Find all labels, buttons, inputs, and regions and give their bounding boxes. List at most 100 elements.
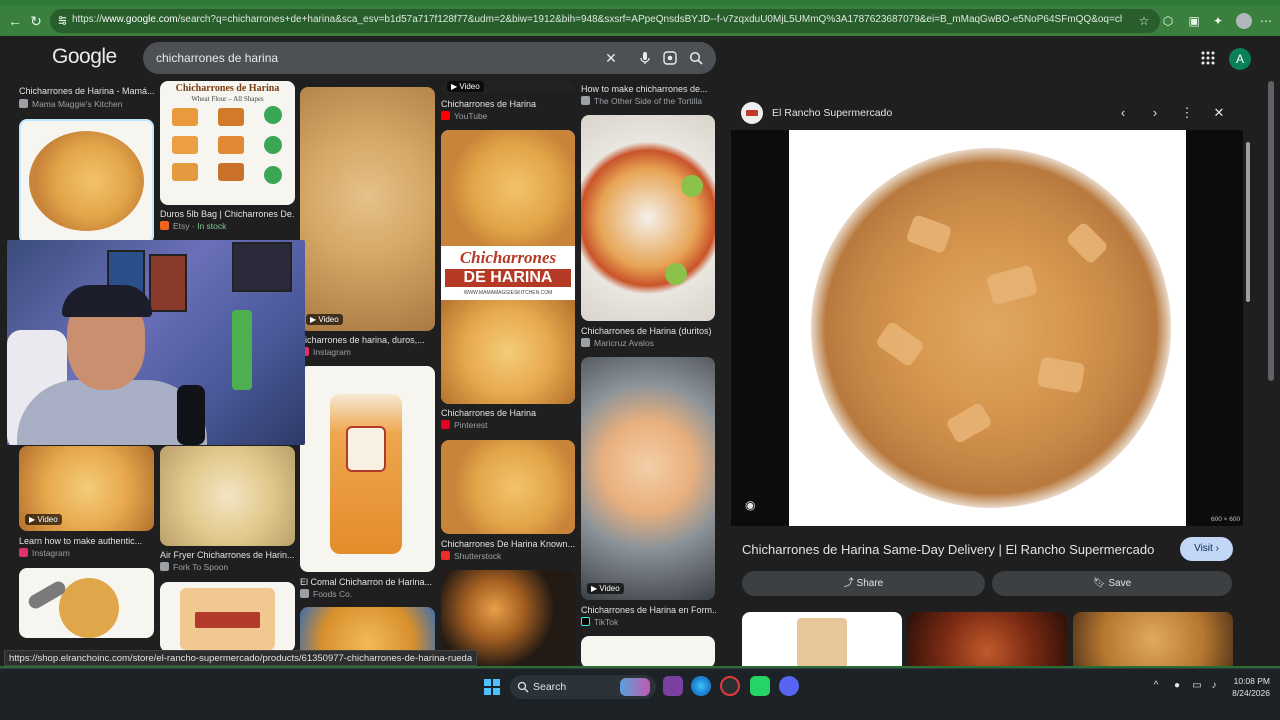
google-apps-icon[interactable]: [1200, 50, 1216, 66]
voice-search-icon[interactable]: [637, 50, 653, 66]
page-scrollbar[interactable]: [1268, 81, 1274, 381]
next-icon[interactable]: ›: [1147, 105, 1163, 121]
back-icon[interactable]: ←: [6, 12, 24, 30]
result-source[interactable]: Instagram: [19, 548, 154, 558]
close-icon[interactable]: ✕: [1211, 105, 1227, 121]
preview-source[interactable]: El Rancho Supermercado: [772, 107, 892, 119]
result-source[interactable]: Etsy · In stock: [160, 221, 295, 231]
time: 10:08 PM: [1233, 676, 1270, 686]
result-source[interactable]: Instagram: [300, 347, 435, 357]
video-badge: ▶ Video: [306, 314, 343, 325]
volume-icon[interactable]: ♪: [1207, 679, 1221, 693]
bookmark-icon: 🔖︎: [1092, 578, 1109, 589]
share-icon: ⤴: [843, 578, 857, 589]
favicon-icon: [19, 99, 28, 108]
lens-icon[interactable]: ◉: [745, 498, 761, 514]
google-logo[interactable]: Google: [52, 45, 117, 69]
search-query[interactable]: chicharrones de harina: [156, 51, 278, 65]
result-caption[interactable]: Air Fryer Chicharrones de Harin...: [160, 550, 295, 560]
result-image-selected[interactable]: [19, 119, 154, 244]
youtube-icon: [441, 111, 450, 120]
previous-icon[interactable]: ‹: [1115, 105, 1131, 121]
network-icon[interactable]: ▭: [1190, 679, 1204, 693]
windows-start-icon[interactable]: [484, 679, 500, 695]
result-caption[interactable]: Chicharrones de Harina en Form...: [581, 605, 716, 615]
more-menu-icon[interactable]: ⋯: [1258, 13, 1274, 29]
result-source[interactable]: Shutterstock: [441, 551, 576, 561]
related-image[interactable]: [742, 612, 902, 668]
preview-image[interactable]: [789, 130, 1186, 526]
related-image[interactable]: [1073, 612, 1233, 668]
wall-poster: [149, 254, 187, 312]
microphone-icon[interactable]: ●: [1170, 679, 1184, 693]
result-source[interactable]: The Other Side of the Tortilla: [581, 96, 716, 106]
visit-button[interactable]: Visit ›: [1180, 537, 1233, 561]
more-options-icon[interactable]: ⋮: [1179, 105, 1195, 121]
tiktok-icon: [581, 617, 590, 626]
result-image[interactable]: ▶ Video: [19, 446, 154, 531]
result-source[interactable]: Mama Maggie's Kitchen: [19, 99, 154, 109]
shutterstock-icon: [441, 551, 450, 560]
result-source[interactable]: Pinterest: [441, 420, 576, 430]
result-image[interactable]: [160, 582, 295, 652]
search-input[interactable]: chicharrones de harina ✕: [143, 42, 716, 74]
result-source[interactable]: Fork To Spoon: [160, 562, 295, 572]
result-image[interactable]: Chicharrones DE HARINA WWW.MAMAMAGGIESKI…: [441, 130, 575, 404]
clear-icon[interactable]: ✕: [603, 50, 619, 66]
result-image[interactable]: Chicharrones de Harina Wheat Flour – All…: [160, 81, 295, 205]
url-text: https://www.google.com/search?q=chicharr…: [72, 14, 1122, 25]
result-caption[interactable]: Chicharrones de Harina: [441, 99, 576, 109]
collections-icon[interactable]: ▣: [1186, 13, 1202, 29]
result-image[interactable]: ▶ Video: [441, 81, 575, 93]
result-source[interactable]: TikTok: [581, 617, 716, 627]
figure: [232, 310, 252, 390]
image-preview-panel: El Rancho Supermercado ‹ › ⋮ ✕ ◉ 600 × 6…: [731, 94, 1253, 668]
discord-icon[interactable]: [779, 676, 799, 696]
site-info-icon[interactable]: [57, 15, 68, 26]
result-caption[interactable]: How to make chicharrones de...: [581, 84, 716, 94]
instagram-icon: [19, 548, 28, 557]
clock[interactable]: 10:08 PM 8/24/2026: [1226, 675, 1270, 699]
result-image[interactable]: [19, 568, 154, 638]
reload-icon[interactable]: ↻: [27, 12, 45, 30]
address-bar[interactable]: https://www.google.com/search?q=chicharr…: [50, 9, 1160, 33]
result-source[interactable]: Foods Co.: [300, 589, 435, 599]
result-image[interactable]: [581, 636, 715, 668]
result-image[interactable]: [581, 115, 715, 321]
result-source[interactable]: YouTube: [441, 111, 576, 121]
lens-search-icon[interactable]: [662, 50, 678, 66]
panel-scrollbar[interactable]: [1246, 142, 1250, 302]
result-caption[interactable]: hicharrones de harina, duros,...: [300, 335, 435, 345]
taskview-app-icon[interactable]: [663, 676, 683, 696]
extension-icon[interactable]: ⬡: [1160, 13, 1176, 29]
result-source[interactable]: Maricruz Avalos: [581, 338, 716, 348]
result-caption[interactable]: Duros 5lb Bag | Chicharrones De...: [160, 209, 295, 219]
preview-title[interactable]: Chicharrones de Harina Same-Day Delivery…: [742, 542, 1154, 557]
result-caption[interactable]: El Comal Chicharron de Harina...: [300, 577, 435, 587]
account-avatar[interactable]: A: [1229, 48, 1251, 70]
share-button[interactable]: ⤴ Share: [742, 571, 985, 596]
result-caption[interactable]: Chicharrones de Harina - Mamá...: [19, 86, 154, 96]
taskbar: Search ^ ● ▭ ♪ 10:08 PM 8/24/2026: [0, 668, 1280, 720]
result-image[interactable]: [160, 446, 295, 546]
result-image[interactable]: [441, 440, 575, 534]
search-icon[interactable]: [688, 50, 704, 66]
result-image[interactable]: [300, 366, 435, 572]
browser-profile-avatar[interactable]: [1236, 13, 1252, 29]
result-image[interactable]: ▶ Video: [581, 357, 715, 600]
result-caption[interactable]: Chicharrones de Harina: [441, 408, 576, 418]
result-image[interactable]: ▶ Video: [300, 87, 435, 331]
related-image[interactable]: [907, 612, 1067, 668]
favicon-icon: [581, 96, 590, 105]
edge-browser-icon[interactable]: [691, 676, 711, 696]
bookmark-star-icon[interactable]: ☆: [1136, 13, 1152, 29]
show-hidden-icons-icon[interactable]: ^: [1149, 679, 1163, 693]
result-caption[interactable]: Learn how to make authentic...: [19, 536, 154, 546]
whatsapp-icon[interactable]: [750, 676, 770, 696]
extensions-puzzle-icon[interactable]: ✦: [1210, 13, 1226, 29]
app-icon[interactable]: [720, 676, 740, 696]
save-button[interactable]: 🔖︎ Save: [992, 571, 1232, 596]
result-caption[interactable]: Chicharrones de Harina (duritos): [581, 326, 716, 336]
taskbar-search[interactable]: Search: [510, 675, 656, 699]
result-caption[interactable]: Chicharrones De Harina Known...: [441, 539, 576, 549]
